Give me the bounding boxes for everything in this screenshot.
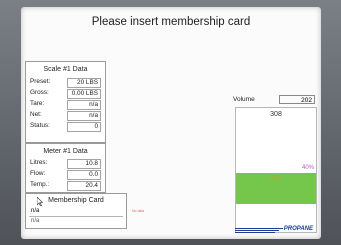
scale-value: n/a	[67, 100, 101, 110]
meter-row-temp: Temp.: 20.4	[30, 181, 101, 191]
meter-label: Flow:	[30, 170, 46, 177]
scale-value: 0	[67, 122, 101, 132]
brand-name: PROPANE	[283, 226, 313, 232]
tank-percent-label: 40%	[301, 165, 314, 171]
scale-row-tare: Tare: n/a	[30, 100, 101, 110]
meter-panel-title: Meter #1 Data	[43, 148, 88, 155]
scale-row-status: Status: 0	[30, 122, 101, 132]
meter-value: 20.4	[67, 181, 101, 191]
mouse-pointer-icon	[37, 197, 43, 206]
membership-line-2: n/a	[31, 218, 40, 224]
scale-label: Gross:	[30, 89, 49, 96]
meter-row-litres: Litres: 10.8	[30, 159, 101, 169]
volume-label: Volume	[233, 96, 255, 103]
logo-stripe	[235, 232, 275, 233]
volume-value: 202	[279, 95, 315, 104]
page-title: Please insert membership card	[91, 16, 251, 28]
membership-line-1: n/a	[29, 208, 123, 217]
scale-row-gross: Gross: 0.00 LBS	[30, 89, 101, 99]
logo-stripe	[235, 228, 283, 229]
propane-logo: PROPANE	[235, 225, 315, 235]
meter-row-flow: Flow: 0.0	[30, 170, 101, 180]
scale-label: Status:	[30, 122, 50, 129]
scale-value: n/a	[67, 111, 101, 121]
scale-label: Tare:	[30, 100, 45, 107]
scale-label: Net:	[30, 111, 42, 118]
meter-value: 10.8	[67, 159, 101, 169]
scale-label: Preset:	[30, 78, 51, 85]
scale-value: 20 LBS	[67, 78, 101, 88]
tank-gauge: 308 40% 202	[235, 107, 317, 233]
display-screen: Please insert membership card Scale #1 D…	[21, 7, 321, 239]
tank-fill-value: 202	[270, 175, 282, 182]
meter-value: 0.0	[67, 170, 101, 180]
scale-value: 0.00 LBS	[67, 89, 101, 99]
tank-capacity-label: 308	[270, 111, 282, 118]
meter-label: Litres:	[30, 159, 48, 166]
meter-label: Temp.:	[30, 181, 50, 188]
scale-row-net: Net: n/a	[30, 111, 101, 121]
logo-stripe	[235, 230, 279, 231]
no-data-note: No data	[132, 209, 145, 213]
scale-data-panel: Scale #1 Data Preset: 20 LBS Gross: 0.00…	[25, 61, 106, 143]
meter-data-panel: Meter #1 Data Litres: 10.8 Flow: 0.0 Tem…	[25, 143, 106, 193]
scale-row-preset: Preset: 20 LBS	[30, 78, 101, 88]
scale-panel-title: Scale #1 Data	[43, 66, 88, 73]
